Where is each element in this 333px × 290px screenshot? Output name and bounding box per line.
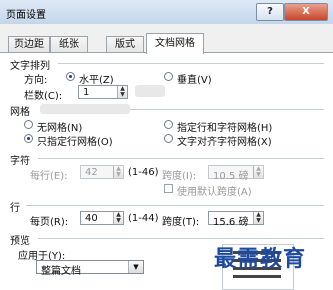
char-spacing-stepper[interactable]: 10.5 磅 ▲ ▼	[208, 165, 264, 182]
tab-paper[interactable]: 纸张	[50, 36, 88, 53]
no-grid-label: 无网格(N)	[37, 123, 83, 134]
close-button[interactable]: X	[284, 3, 328, 21]
blurred-region	[40, 104, 130, 114]
line-char-grid-radio[interactable]	[164, 120, 173, 129]
horizontal-radio[interactable]	[66, 72, 75, 81]
lines-spin-icon[interactable]: ▲ ▼	[113, 212, 123, 224]
vertical-radio[interactable]	[164, 72, 173, 81]
section-grid: 网格	[10, 107, 30, 118]
default-spacing-checkbox[interactable]	[164, 184, 173, 193]
lines-per-page-stepper[interactable]: 40 ▲ ▼	[80, 211, 124, 225]
divider	[26, 205, 324, 206]
tab-document-grid[interactable]: 文档网格	[146, 33, 204, 54]
tab-layout[interactable]: 版式	[106, 36, 144, 53]
columns-label: 栏数(C):	[24, 91, 63, 102]
snap-char-grid-label: 文字对齐字符网格(X)	[177, 137, 272, 148]
dialog-title: 页面设置	[6, 10, 46, 21]
char-spacing-value: 10.5 磅	[213, 171, 249, 182]
lines-per-page-label: 每页(R):	[30, 217, 69, 228]
columns-spin-icon[interactable]: ▲ ▼	[117, 86, 127, 98]
divider	[38, 238, 324, 239]
vertical-label: 垂直(V)	[177, 75, 212, 86]
divider	[38, 158, 324, 159]
chars-per-line-stepper[interactable]: 42 ▲ ▼	[80, 165, 124, 179]
section-text-direction: 文字排列	[10, 61, 50, 72]
section-characters: 字符	[10, 156, 30, 167]
lines-only-grid-radio[interactable]	[24, 134, 33, 143]
no-grid-radio[interactable]	[24, 120, 33, 129]
line-char-grid-label: 指定行和字符网格(H)	[177, 123, 273, 134]
chars-range: (1-46)	[128, 167, 159, 178]
line-spacing-spin-icon[interactable]: ▲ ▼	[253, 212, 263, 224]
divider	[58, 63, 324, 64]
line-spacing-label: 跨度(T):	[162, 217, 200, 228]
columns-value: 1	[83, 87, 90, 98]
chars-spin-icon[interactable]: ▲ ▼	[113, 166, 123, 178]
columns-stepper[interactable]: 1 ▲ ▼	[78, 85, 128, 99]
lines-only-grid-label: 只指定行网格(O)	[37, 137, 113, 148]
chars-per-line-value: 42	[85, 167, 98, 178]
lines-range: (1-44)	[128, 213, 159, 224]
lines-per-page-value: 40	[85, 213, 98, 224]
section-lines: 行	[10, 203, 20, 214]
chars-per-line-label: 每行(E):	[30, 171, 68, 182]
blurred-region	[135, 85, 165, 97]
chevron-down-icon[interactable]: ▼	[128, 261, 143, 273]
tab-margins[interactable]: 页边距	[8, 36, 50, 53]
help-button[interactable]: ?	[256, 3, 284, 21]
watermark: 最需教育	[214, 246, 307, 272]
snap-char-grid-radio[interactable]	[164, 134, 173, 143]
apply-to-select[interactable]: 整篇文档 ▼	[36, 260, 144, 277]
section-preview: 预览	[10, 236, 30, 247]
direction-label: 方向:	[24, 75, 48, 86]
line-spacing-stepper[interactable]: 15.6 磅 ▲ ▼	[208, 211, 264, 228]
apply-to-value: 整篇文档	[41, 266, 81, 277]
default-spacing-label: 使用默认跨度(A)	[177, 187, 252, 198]
char-spacing-label: 跨度(I):	[162, 171, 197, 182]
line-spacing-value: 15.6 磅	[213, 217, 249, 228]
horizontal-label: 水平(Z)	[79, 75, 114, 86]
char-spacing-spin-icon[interactable]: ▲ ▼	[253, 166, 263, 178]
